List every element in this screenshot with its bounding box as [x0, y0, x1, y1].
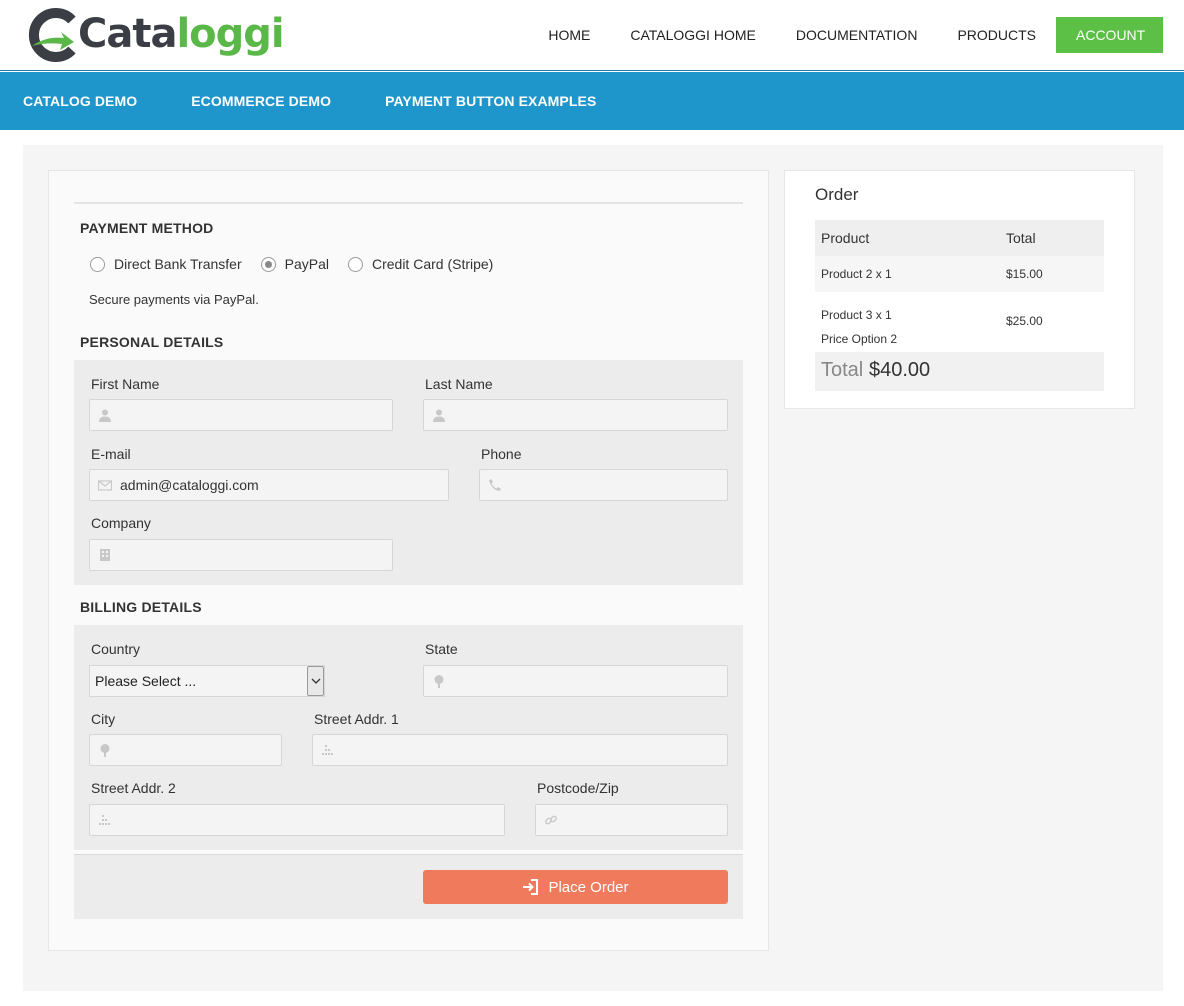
radio-label-paypal[interactable]: PayPal — [285, 256, 329, 272]
table-row: Product 3 x 1 Price Option 2 $25.00 — [815, 292, 1104, 352]
company-label: Company — [91, 515, 151, 531]
country-select[interactable]: Please Select ... — [89, 665, 325, 697]
sub-nav: CATALOG DEMO ECOMMERCE DEMO PAYMENT BUTT… — [0, 72, 1184, 130]
phone-icon — [488, 478, 502, 492]
street-2-label: Street Addr. 2 — [91, 780, 176, 796]
first-name-input[interactable] — [89, 399, 393, 431]
nav-home[interactable]: HOME — [528, 17, 610, 53]
email-value: admin@cataloggi.com — [120, 477, 259, 493]
building-icon — [98, 813, 112, 827]
header-product: Product — [821, 230, 870, 246]
subnav-catalog-demo[interactable]: CATALOG DEMO — [23, 93, 137, 109]
billing-details-heading: BILLING DETAILS — [80, 599, 202, 615]
company-input[interactable] — [89, 539, 393, 571]
personal-details-heading: PERSONAL DETAILS — [80, 334, 224, 350]
row-product: Product 2 x 1 — [821, 267, 892, 281]
place-order-label: Place Order — [548, 878, 629, 896]
table-row: Product 2 x 1 $15.00 — [815, 256, 1104, 292]
subnav-ecommerce-demo[interactable]: ECOMMERCE DEMO — [191, 93, 331, 109]
postcode-input[interactable] — [535, 804, 728, 836]
row-product-option: Price Option 2 — [821, 332, 898, 346]
order-table: Product Total Product 2 x 1 $15.00 Produ… — [815, 220, 1104, 391]
place-order-button[interactable]: Place Order — [423, 870, 728, 904]
radio-label-direct-bank-transfer[interactable]: Direct Bank Transfer — [114, 256, 242, 272]
top-header: Cataloggi HOME CATALOGGI HOME DOCUMENTAT… — [0, 0, 1184, 71]
total-row: Total $40.00 — [815, 352, 1104, 391]
phone-input[interactable] — [479, 469, 728, 501]
table-header-row: Product Total — [815, 220, 1104, 256]
email-label: E-mail — [91, 446, 131, 462]
radio-credit-card-stripe[interactable] — [347, 256, 363, 272]
payment-options: Direct Bank Transfer PayPal Credit Card … — [90, 256, 512, 272]
state-label: State — [425, 641, 458, 657]
row-product-name: Product 3 x 1 — [821, 308, 892, 322]
nav-cataloggi-home[interactable]: CATALOGGI HOME — [610, 17, 776, 53]
envelope-icon — [97, 478, 113, 492]
top-nav: HOME CATALOGGI HOME DOCUMENTATION PRODUC… — [528, 17, 1163, 53]
street-2-input[interactable] — [89, 804, 505, 836]
country-select-value: Please Select ... — [95, 673, 197, 689]
city-input[interactable] — [89, 734, 282, 766]
sign-in-icon — [523, 879, 539, 895]
tree-icon — [98, 743, 112, 757]
radio-paypal[interactable] — [260, 256, 276, 272]
email-input[interactable]: admin@cataloggi.com — [89, 469, 449, 501]
first-name-label: First Name — [91, 376, 160, 392]
divider — [74, 202, 743, 204]
tree-icon — [432, 674, 446, 688]
last-name-label: Last Name — [425, 376, 493, 392]
nav-documentation[interactable]: DOCUMENTATION — [776, 17, 938, 53]
street-1-input[interactable] — [312, 734, 728, 766]
payment-description: Secure payments via PayPal. — [89, 292, 259, 307]
building-icon — [321, 743, 335, 757]
total-amount: $40.00 — [869, 359, 931, 381]
total-label: Total — [821, 359, 864, 381]
nav-account-button[interactable]: ACCOUNT — [1056, 17, 1163, 53]
row-total: $15.00 — [1006, 267, 1043, 281]
postcode-label: Postcode/Zip — [537, 780, 619, 796]
order-title: Order — [815, 185, 859, 204]
header-total: Total — [1006, 230, 1036, 246]
phone-label: Phone — [481, 446, 522, 462]
row-total: $25.00 — [1006, 314, 1043, 328]
user-icon — [98, 408, 112, 422]
nav-products[interactable]: PRODUCTS — [937, 17, 1056, 53]
logo-wordmark: Cataloggi — [78, 11, 285, 57]
radio-direct-bank-transfer[interactable] — [90, 256, 105, 272]
country-label: Country — [91, 641, 141, 657]
city-label: City — [91, 711, 116, 727]
state-input[interactable] — [423, 665, 728, 697]
street-1-label: Street Addr. 1 — [314, 711, 399, 727]
logo-mark-icon — [28, 6, 84, 62]
radio-label-credit-card-stripe[interactable]: Credit Card (Stripe) — [372, 256, 493, 272]
link-icon — [544, 813, 558, 827]
building-icon — [98, 548, 112, 562]
last-name-input[interactable] — [423, 399, 728, 431]
user-icon — [432, 408, 446, 422]
cataloggi-logo[interactable]: Cataloggi — [28, 6, 285, 62]
row-product: Product 3 x 1 Price Option 2 — [821, 303, 897, 351]
payment-method-heading: PAYMENT METHOD — [80, 220, 214, 236]
subnav-payment-button-examples[interactable]: PAYMENT BUTTON EXAMPLES — [385, 93, 596, 109]
chevron-down-icon[interactable] — [307, 666, 324, 696]
